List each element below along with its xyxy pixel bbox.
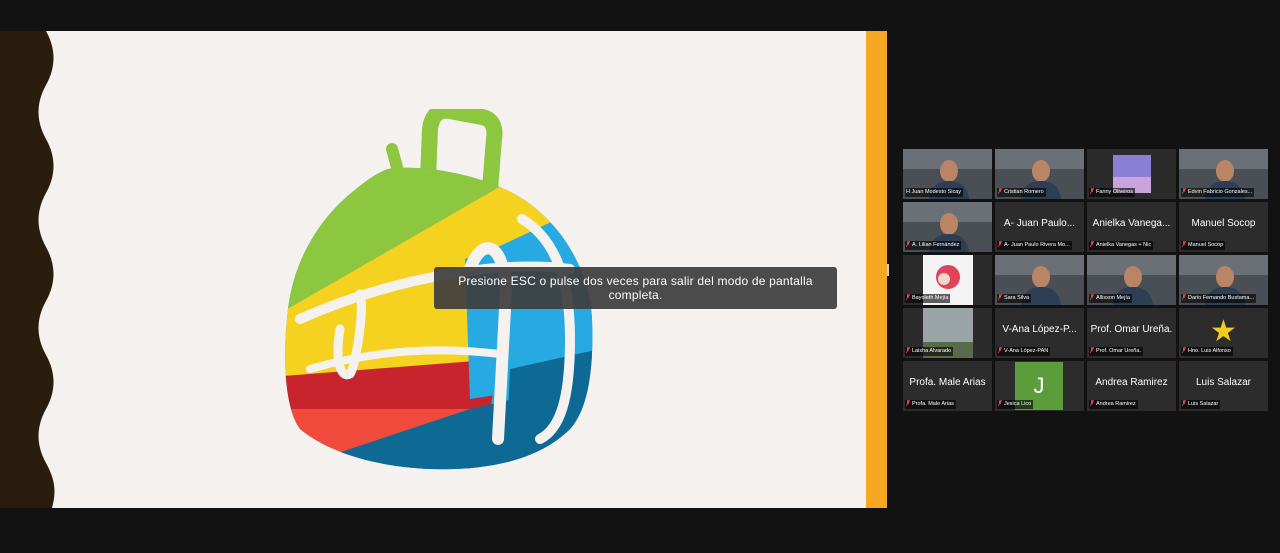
muted-mic-icon [906,347,910,353]
participant-display-name: Prof. Omar Ureña. [1090,324,1173,335]
muted-mic-icon [1182,294,1186,300]
participant-tile[interactable]: ★ Hno. Luis Alfonso [1179,308,1268,358]
participant-name: Allisson Mejía [1096,295,1130,301]
participant-name-label: Profa. Male Arias [905,400,956,409]
participant-tile[interactable]: A. Lilian Fernández [903,202,992,252]
participant-name-label: V-Ana López-PAN [997,347,1051,356]
muted-mic-icon [1182,188,1186,194]
participant-name-label: Allisson Mejía [1089,294,1132,303]
participant-display-name: Anielka Vanega... [1092,218,1171,229]
participant-name: Luis Salazar [1188,401,1219,407]
participant-tile[interactable]: Edvin Fabricio Gonzales... [1179,149,1268,199]
participant-name-label: A- Juan Paulo Rivera Mo... [997,241,1072,250]
muted-mic-icon [998,347,1002,353]
participant-tile[interactable]: Manuel Socop Manuel Socop [1179,202,1268,252]
participant-display-name: Profa. Male Arias [909,377,986,388]
participant-name-label: Luis Salazar [1181,400,1221,409]
participant-name: Cristian Romero [1004,189,1044,195]
participant-name-label: Cristian Romero [997,188,1046,197]
participant-tile[interactable]: Anielka Vanega... Anielka Vanegas + Nic [1087,202,1176,252]
participant-display-name: Andrea Ramirez [1095,377,1168,388]
muted-mic-icon [1090,294,1094,300]
participant-name-label: Andrea Ramirez [1089,400,1138,409]
muted-mic-icon [998,188,1002,194]
participant-name: Dario Fernando Bustama... [1188,295,1255,301]
slide-wave-border [0,31,55,508]
participant-tile[interactable]: Luis Salazar Luis Salazar [1179,361,1268,411]
participant-name-label: Prof. Omar Ureña. [1089,347,1143,356]
muted-mic-icon [1090,188,1094,194]
muted-mic-icon [906,241,910,247]
participant-display-name: Luis Salazar [1195,377,1252,388]
participant-name: H Juan Modesto Sicay [906,189,962,195]
participant-tile[interactable]: Andrea Ramirez Andrea Ramirez [1087,361,1176,411]
participant-tile[interactable]: Prof. Omar Ureña. Prof. Omar Ureña. [1087,308,1176,358]
participant-tile[interactable]: Dario Fernando Bustama... [1179,255,1268,305]
star-icon: ★ [1210,315,1237,348]
participant-name: Fanny Oliveros [1096,189,1133,195]
participant-tile[interactable]: Allisson Mejía [1087,255,1176,305]
participant-name: Andrea Ramirez [1096,401,1136,407]
muted-mic-icon [906,294,910,300]
participant-name-label: Sara Silva [997,294,1032,303]
participant-name: Edvin Fabricio Gonzales... [1188,189,1253,195]
participant-name: Bayoleth Mejía [912,295,949,301]
participant-name-label: Dario Fernando Bustama... [1181,294,1257,303]
participant-name: V-Ana López-PAN [1004,348,1049,354]
participant-name: Manuel Socop [1188,242,1224,248]
participant-name-label: H Juan Modesto Sicay [905,188,964,197]
participant-name-label: Laisha Alvarado [905,347,954,356]
zoom-meeting-window: Presione ESC o pulse dos veces para sali… [0,0,1280,553]
participant-name: Jesica Lico [1004,401,1032,407]
participant-name-label: A. Lilian Fernández [905,241,962,250]
participant-name-label: Fanny Oliveros [1089,188,1135,197]
participant-name: Profa. Male Arias [912,401,954,407]
participant-display-name: A- Juan Paulo... [1003,218,1076,229]
participant-name: Hno. Luis Alfonso [1188,348,1231,354]
participant-name-label: Manuel Socop [1181,241,1226,250]
participant-gallery: H Juan Modesto Sicay Cristian Romero Fanny… [903,149,1268,411]
muted-mic-icon [1090,347,1094,353]
participant-tile[interactable]: J Jesica Lico [995,361,1084,411]
participant-name: Prof. Omar Ureña. [1096,348,1141,354]
participant-name: Anielka Vanegas + Nic [1096,242,1152,248]
panel-resize-handle[interactable] [887,264,889,276]
participant-name: Laisha Alvarado [912,348,952,354]
fullscreen-exit-notice: Presione ESC o pulse dos veces para sali… [434,267,837,309]
participant-name-label: Bayoleth Mejía [905,294,951,303]
participant-tile[interactable]: Profa. Male Arias Profa. Male Arias [903,361,992,411]
participant-name: A- Juan Paulo Rivera Mo... [1004,242,1070,248]
muted-mic-icon [1182,400,1186,406]
muted-mic-icon [998,294,1002,300]
muted-mic-icon [1182,241,1186,247]
participant-tile[interactable]: Bayoleth Mejía [903,255,992,305]
muted-mic-icon [1182,347,1186,353]
participant-tile[interactable]: Laisha Alvarado [903,308,992,358]
participant-tile[interactable]: V-Ana López-P... V-Ana López-PAN [995,308,1084,358]
participant-tile[interactable]: A- Juan Paulo... A- Juan Paulo Rivera Mo.… [995,202,1084,252]
participant-display-name: V-Ana López-P... [1002,324,1077,335]
participant-name-label: Anielka Vanegas + Nic [1089,241,1154,250]
muted-mic-icon [998,400,1002,406]
muted-mic-icon [906,400,910,406]
participant-name: Sara Silva [1004,295,1030,301]
participant-name-label: Jesica Lico [997,400,1034,409]
participant-tile[interactable]: Fanny Oliveros [1087,149,1176,199]
participant-tile[interactable]: H Juan Modesto Sicay [903,149,992,199]
muted-mic-icon [1090,400,1094,406]
participant-tile[interactable]: Cristian Romero [995,149,1084,199]
participant-name-label: Hno. Luis Alfonso [1181,347,1233,356]
participant-name-label: Edvin Fabricio Gonzales... [1181,188,1255,197]
muted-mic-icon [1090,241,1094,247]
participant-display-name: Manuel Socop [1191,218,1256,229]
participant-tile[interactable]: Sara Silva [995,255,1084,305]
participant-name: A. Lilian Fernández [912,242,960,248]
slide-orange-stripe [866,31,887,508]
muted-mic-icon [998,241,1002,247]
